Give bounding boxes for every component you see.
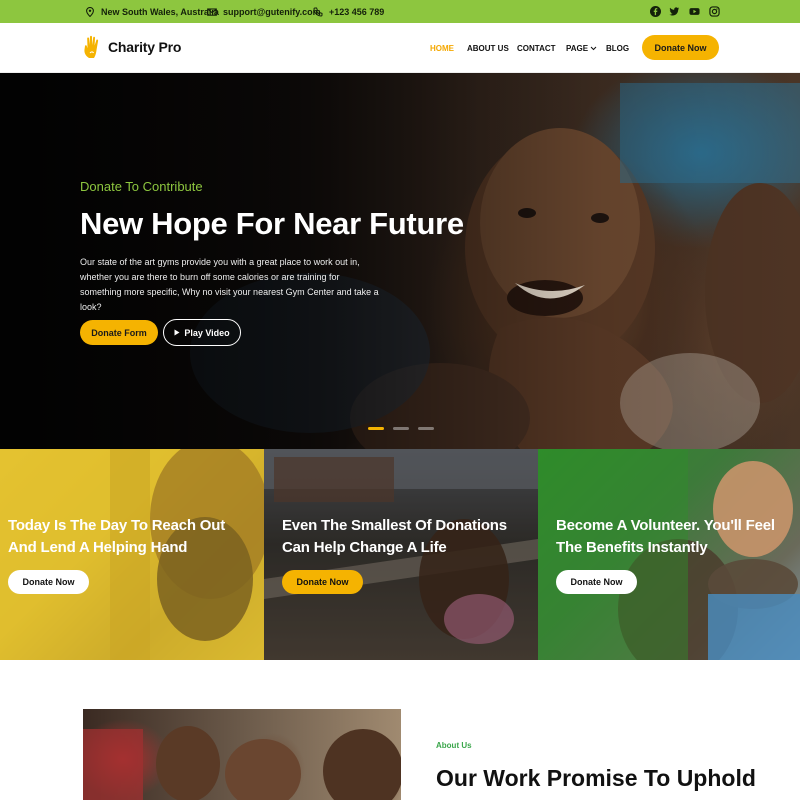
card-1-title: Today Is The Day To Reach Out And Lend A… (8, 517, 226, 556)
about-photo (83, 709, 401, 800)
twitter-icon[interactable] (669, 6, 680, 17)
card-2-donate-button[interactable]: Donate Now (282, 570, 363, 594)
slider-dot-1[interactable] (368, 427, 384, 430)
nav-contact[interactable]: CONTACT (517, 23, 556, 73)
card-3-title: Become A Volunteer. You'll Feel The Bene… (556, 517, 775, 556)
main-header: Charity Pro HOME ABOUT US CONTACT PAGE B… (0, 23, 800, 73)
nav-blog[interactable]: BLOG (606, 23, 629, 73)
about-title: Our Work Promise To Uphold (436, 765, 756, 791)
donate-form-button[interactable]: Donate Form (80, 320, 158, 345)
card-3-donate-button[interactable]: Donate Now (556, 570, 637, 594)
about-photo-art (83, 726, 401, 800)
top-info-bar: New South Wales, Australia support@guten… (0, 0, 800, 23)
nav-page-label: PAGE (566, 43, 589, 53)
hero-subtitle: Donate To Contribute (80, 179, 203, 194)
helping-hand-icon (84, 35, 99, 58)
mail-icon (207, 7, 217, 16)
hero-description: Our state of the art gyms provide you wi… (80, 257, 379, 312)
hero-title: New Hope For Near Future (80, 206, 464, 241)
nav-page[interactable]: PAGE (566, 23, 597, 73)
play-video-label: Play Video (184, 327, 230, 338)
logo-text: Charity Pro (108, 39, 182, 55)
phone-icon (313, 7, 323, 17)
feature-card-2: Even The Smallest Of Donations Can Help … (264, 449, 538, 660)
phone-info[interactable]: +123 456 789 (313, 0, 384, 23)
hero-slider: Donate To Contribute New Hope For Near F… (0, 73, 800, 449)
header-donate-button[interactable]: Donate Now (642, 35, 719, 60)
location-info: New South Wales, Australia (85, 0, 219, 23)
instagram-icon[interactable] (709, 6, 720, 17)
nav-home[interactable]: HOME (430, 23, 454, 73)
map-pin-icon (86, 6, 94, 17)
slider-dot-3[interactable] (418, 427, 434, 430)
email-text[interactable]: support@gutenify.com (223, 7, 321, 17)
email-info[interactable]: support@gutenify.com (207, 0, 321, 23)
slider-dot-2[interactable] (393, 427, 409, 430)
phone-text[interactable]: +123 456 789 (329, 7, 384, 17)
card-2-title: Even The Smallest Of Donations Can Help … (282, 517, 507, 556)
nav-about-us[interactable]: ABOUT US (467, 23, 509, 73)
chevron-down-icon (590, 46, 597, 50)
site-logo[interactable]: Charity Pro (82, 35, 181, 59)
feature-card-1: Today Is The Day To Reach Out And Lend A… (0, 449, 264, 660)
youtube-icon[interactable] (689, 6, 700, 17)
play-video-button[interactable]: Play Video (163, 319, 241, 346)
play-icon (174, 329, 180, 336)
facebook-icon[interactable] (650, 6, 661, 17)
about-subtitle: About Us (436, 741, 472, 750)
card-1-donate-button[interactable]: Donate Now (8, 570, 89, 594)
feature-card-3: Become A Volunteer. You'll Feel The Bene… (538, 449, 800, 660)
location-text: New South Wales, Australia (101, 6, 219, 17)
